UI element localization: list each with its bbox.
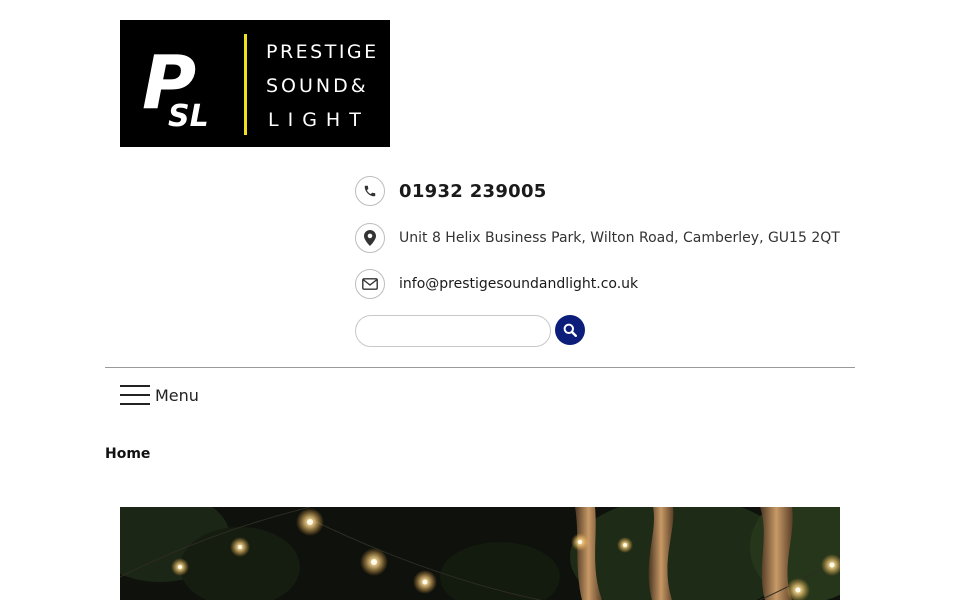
header-divider bbox=[105, 367, 855, 368]
contact-address-row: Unit 8 Helix Business Park, Wilton Road,… bbox=[355, 223, 840, 253]
breadcrumb-current: Home bbox=[105, 446, 151, 462]
menu-label: Menu bbox=[155, 385, 199, 405]
contact-phone-row: 01932 239005 bbox=[355, 176, 547, 206]
logo-divider bbox=[244, 34, 247, 135]
logo-graphic: P SL PRESTIGE SOUND& LIGHT bbox=[142, 34, 379, 135]
hero-image bbox=[120, 507, 840, 600]
phone-link[interactable]: 01932 239005 bbox=[399, 181, 547, 202]
hamburger-icon bbox=[120, 384, 150, 406]
envelope-icon bbox=[355, 269, 385, 299]
logo-line-3: LIGHT bbox=[268, 109, 370, 131]
phone-icon bbox=[355, 176, 385, 206]
site-logo[interactable]: P SL PRESTIGE SOUND& LIGHT bbox=[120, 20, 390, 147]
search-input[interactable] bbox=[355, 315, 551, 347]
search-button[interactable] bbox=[555, 315, 585, 345]
breadcrumb: Home bbox=[105, 446, 150, 462]
menu-toggle-button[interactable]: Menu bbox=[120, 384, 199, 406]
search-icon bbox=[563, 323, 577, 337]
logo-monogram-sl: SL bbox=[168, 99, 209, 134]
contact-email-row: info@prestigesoundandlight.co.uk bbox=[355, 269, 638, 299]
logo-line-1: PRESTIGE bbox=[266, 41, 379, 63]
map-pin-icon bbox=[355, 223, 385, 253]
email-link[interactable]: info@prestigesoundandlight.co.uk bbox=[399, 276, 638, 292]
logo-line-2: SOUND& bbox=[266, 75, 369, 97]
address-text: Unit 8 Helix Business Park, Wilton Road,… bbox=[399, 230, 840, 246]
